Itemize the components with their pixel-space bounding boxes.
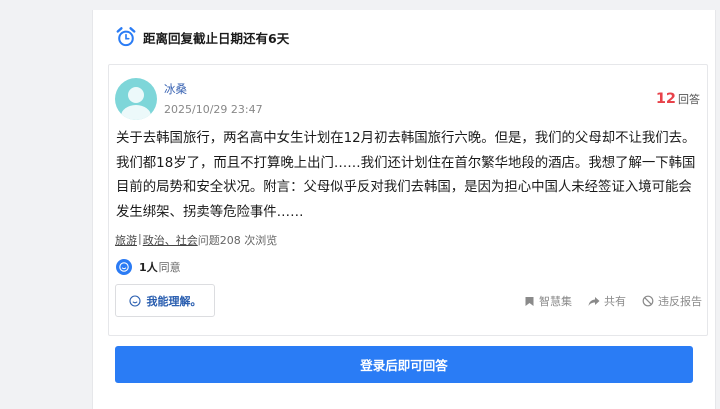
- tag-separator: |: [138, 232, 142, 245]
- question-box: 冰桑 2025/10/29 23:47 12 回答 关于去韩国旅行，两名高中女生…: [108, 64, 708, 336]
- tag-politics-society[interactable]: 政治、社会: [143, 232, 198, 248]
- report-label: 违反报告: [658, 295, 702, 308]
- wisdom-label: 智慧集: [539, 295, 572, 308]
- answer-count-label: 回答: [678, 93, 700, 106]
- deadline-text: 距离回复截止日期还有6天: [143, 30, 290, 46]
- question-card: 距离回复截止日期还有6天 冰桑 2025/10/29 23:47 12 回答 关…: [92, 10, 716, 409]
- share-arrow-icon: [588, 296, 600, 306]
- user-name[interactable]: 冰桑: [164, 81, 187, 97]
- deadline-banner: 距离回复截止日期还有6天: [115, 26, 289, 48]
- share-button[interactable]: 共有: [588, 293, 626, 309]
- login-to-answer-button[interactable]: 登录后即可回答: [115, 346, 693, 383]
- answer-count-number: 12: [655, 91, 676, 107]
- answer-count[interactable]: 12 回答: [656, 91, 700, 107]
- prohibited-icon: [642, 295, 654, 307]
- report-button[interactable]: 违反报告: [642, 293, 702, 309]
- wisdom-button[interactable]: 智慧集: [524, 293, 572, 309]
- question-text: 关于去韩国旅行，两名高中女生计划在12月初去韩国旅行六晚。但是，我们的父母却不让…: [116, 131, 696, 220]
- share-label: 共有: [604, 295, 626, 308]
- agree-count: 1人: [139, 261, 158, 274]
- avatar[interactable]: [115, 78, 157, 120]
- understand-button[interactable]: 我能理解。: [115, 284, 215, 317]
- alarm-clock-icon: [116, 27, 136, 47]
- question-meta: 旅游 | 政治、社会 问题208 次浏览: [115, 232, 277, 248]
- understand-label: 我能理解。: [146, 294, 202, 308]
- smile-icon: [116, 259, 132, 275]
- bookmark-icon: [525, 296, 534, 306]
- agree-label: 同意: [158, 261, 181, 274]
- smile-icon: [128, 294, 141, 307]
- agree-info: 1人 同意: [116, 259, 181, 275]
- tag-travel[interactable]: 旅游: [115, 232, 137, 248]
- view-count: 问题208 次浏览: [197, 234, 278, 247]
- question-actions: 智慧集 共有 违反报告: [508, 293, 702, 309]
- post-date: 2025/10/29 23:47: [164, 103, 263, 116]
